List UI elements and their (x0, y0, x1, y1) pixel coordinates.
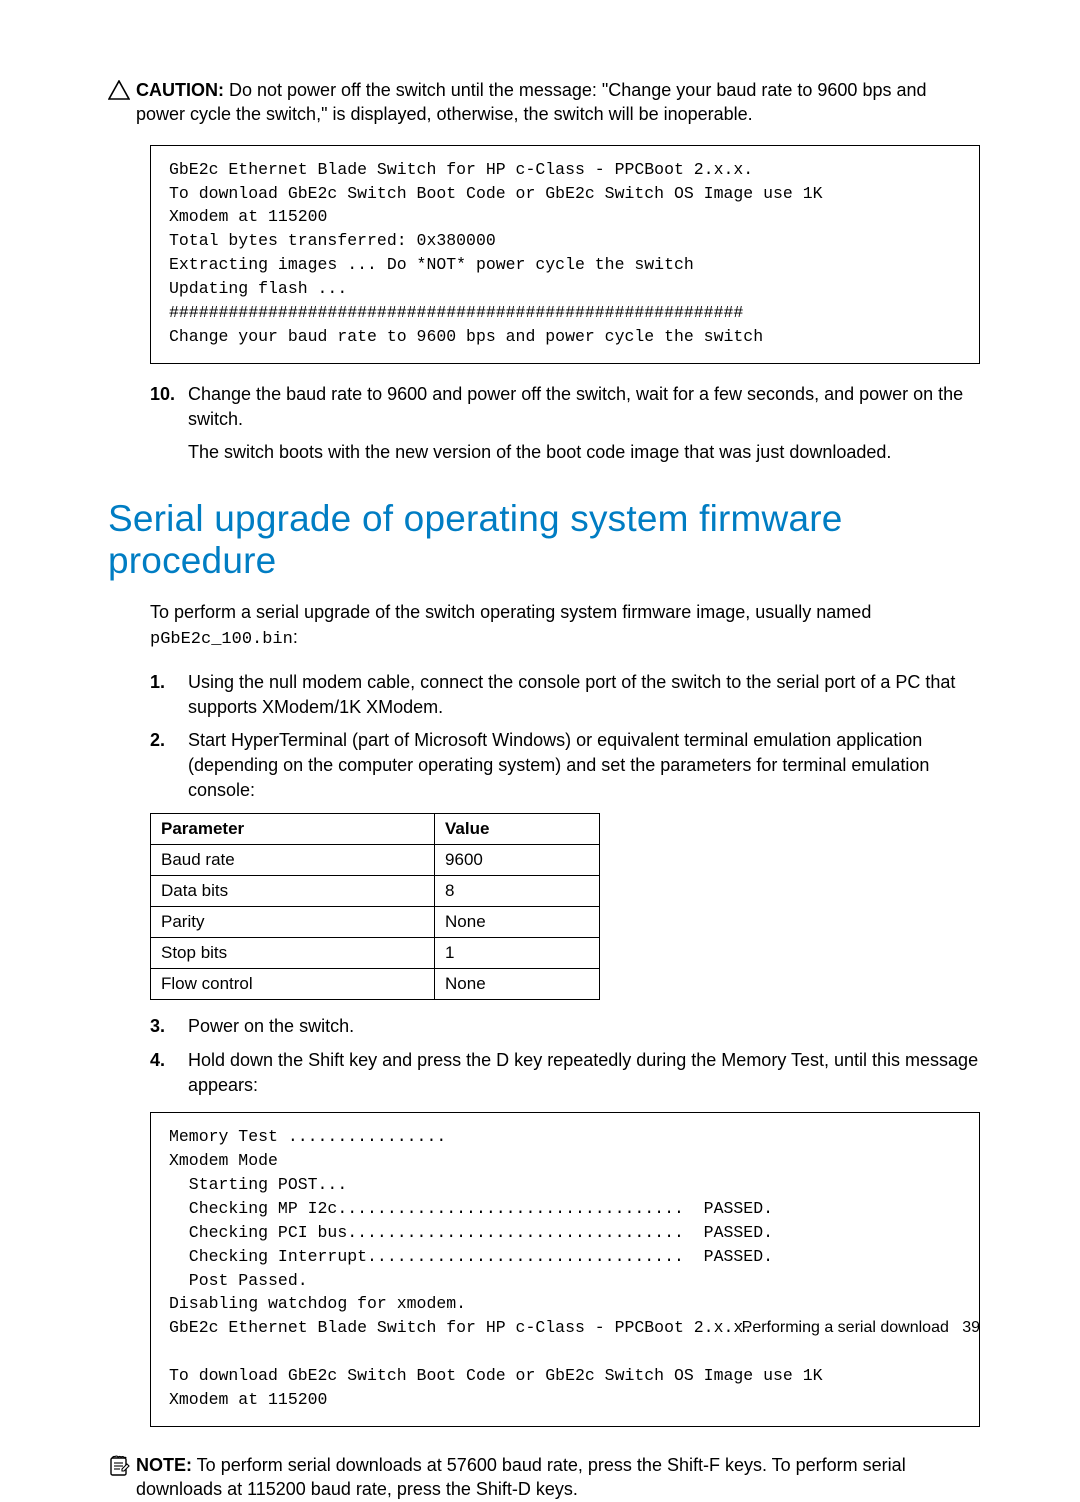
step-list-main-cont: 3. Power on the switch. 4. Hold down the… (150, 1014, 980, 1098)
note-callout: NOTE: To perform serial downloads at 576… (108, 1453, 980, 1502)
caution-body: Do not power off the switch until the me… (136, 80, 927, 124)
step-list-main: 1. Using the null modem cable, connect t… (150, 670, 980, 804)
step-4: 4. Hold down the Shift key and press the… (150, 1048, 980, 1098)
table-header-row: Parameter Value (151, 814, 600, 845)
table-row: Baud rate 9600 (151, 845, 600, 876)
step-number: 2. (150, 728, 188, 804)
step-number: 1. (150, 670, 188, 720)
value-cell: 9600 (435, 845, 600, 876)
value-cell: 1 (435, 938, 600, 969)
value-cell: None (435, 969, 600, 1000)
note-icon (108, 1455, 130, 1477)
table-header-parameter: Parameter (151, 814, 435, 845)
step-list-10: 10. Change the baud rate to 9600 and pow… (150, 382, 980, 432)
caution-callout: CAUTION: Do not power off the switch unt… (108, 78, 980, 127)
param-cell: Flow control (151, 969, 435, 1000)
intro-text: To perform a serial upgrade of the switc… (150, 602, 871, 622)
table-row: Data bits 8 (151, 876, 600, 907)
step-text: Change the baud rate to 9600 and power o… (188, 382, 980, 432)
step-number: 4. (150, 1048, 188, 1098)
page: CAUTION: Do not power off the switch unt… (0, 0, 1080, 1397)
table-header-value: Value (435, 814, 600, 845)
step-3: 3. Power on the switch. (150, 1014, 980, 1039)
step-number: 10. (150, 382, 188, 432)
step-text: Start HyperTerminal (part of Microsoft W… (188, 728, 980, 804)
step-2: 2. Start HyperTerminal (part of Microsof… (150, 728, 980, 804)
step-text: Hold down the Shift key and press the D … (188, 1048, 980, 1098)
table-row: Parity None (151, 907, 600, 938)
step-1: 1. Using the null modem cable, connect t… (150, 670, 980, 720)
intro-filename: pGbE2c_100.bin (150, 630, 293, 649)
step-10: 10. Change the baud rate to 9600 and pow… (150, 382, 980, 432)
note-label: NOTE: (136, 1455, 192, 1475)
param-cell: Stop bits (151, 938, 435, 969)
note-body: To perform serial downloads at 57600 bau… (136, 1455, 906, 1499)
table-row: Stop bits 1 (151, 938, 600, 969)
parameter-table: Parameter Value Baud rate 9600 Data bits… (150, 813, 600, 1000)
intro-colon: : (293, 627, 298, 647)
param-cell: Data bits (151, 876, 435, 907)
page-footer: Performing a serial download 39 (742, 1319, 980, 1337)
step-text: Using the null modem cable, connect the … (188, 670, 980, 720)
code-block-2: Memory Test ................ Xmodem Mode… (150, 1112, 980, 1427)
param-cell: Parity (151, 907, 435, 938)
code-block-1: GbE2c Ethernet Blade Switch for HP c-Cla… (150, 145, 980, 364)
step-number: 3. (150, 1014, 188, 1039)
section-heading: Serial upgrade of operating system firmw… (108, 498, 980, 582)
value-cell: None (435, 907, 600, 938)
note-text: NOTE: To perform serial downloads at 576… (136, 1453, 980, 1502)
footer-section: Performing a serial download (742, 1319, 949, 1336)
footer-page-number: 39 (962, 1319, 980, 1336)
value-cell: 8 (435, 876, 600, 907)
caution-text: CAUTION: Do not power off the switch unt… (136, 78, 980, 127)
step-text: Power on the switch. (188, 1014, 980, 1039)
caution-label: CAUTION: (136, 80, 224, 100)
param-cell: Baud rate (151, 845, 435, 876)
step-10-followup: The switch boots with the new version of… (188, 440, 980, 465)
table-row: Flow control None (151, 969, 600, 1000)
caution-icon (108, 80, 130, 100)
intro-paragraph: To perform a serial upgrade of the switc… (150, 600, 980, 652)
